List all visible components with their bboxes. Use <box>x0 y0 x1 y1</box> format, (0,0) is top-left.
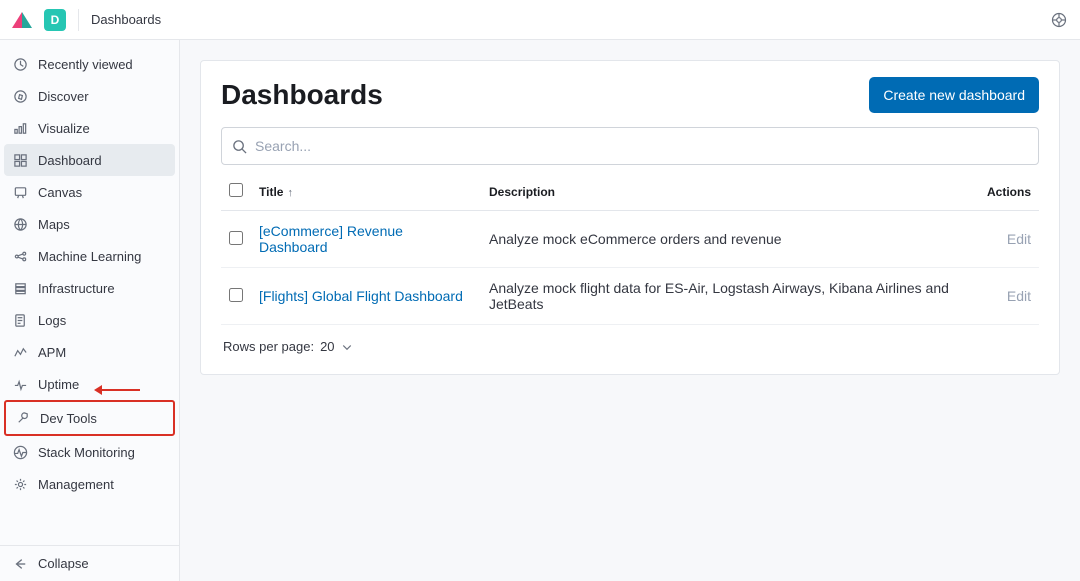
dashboards-table: Title ↑ Description Actions [eCommerce] R… <box>221 173 1039 325</box>
sidebar-item-label: Management <box>38 477 114 492</box>
logs-icon <box>12 312 28 328</box>
dashboard-title-link[interactable]: [eCommerce] Revenue Dashboard <box>259 223 403 255</box>
column-description: Description <box>489 185 555 199</box>
canvas-icon <box>12 184 28 200</box>
sidebar-item-label: Dev Tools <box>40 411 97 426</box>
sidebar-item-dashboard[interactable]: Dashboard <box>4 144 175 176</box>
divider <box>78 9 79 31</box>
sidebar-item-label: Canvas <box>38 185 82 200</box>
dashboard-title-link[interactable]: [Flights] Global Flight Dashboard <box>259 288 463 304</box>
help-icon[interactable] <box>1050 11 1068 29</box>
sort-asc-icon[interactable]: ↑ <box>287 187 293 199</box>
sidebar-item-label: Discover <box>38 89 89 104</box>
collapse-button[interactable]: Collapse <box>0 545 179 581</box>
search-icon <box>232 139 247 154</box>
sidebar-item-canvas[interactable]: Canvas <box>4 176 175 208</box>
app-badge[interactable]: D <box>44 9 66 31</box>
column-actions: Actions <box>987 185 1031 199</box>
uptime-icon <box>12 376 28 392</box>
sidebar-item-apm[interactable]: APM <box>4 336 175 368</box>
edit-link[interactable]: Edit <box>1007 231 1031 247</box>
content-area: Dashboards Create new dashboard Title ↑ D… <box>180 40 1080 581</box>
table-row: [eCommerce] Revenue Dashboard Analyze moc… <box>221 211 1039 268</box>
sidebar-item-label: Machine Learning <box>38 249 141 264</box>
search-input[interactable] <box>255 138 1028 154</box>
management-icon <box>12 476 28 492</box>
sidebar-item-uptime[interactable]: Uptime <box>4 368 175 400</box>
table-row: [Flights] Global Flight Dashboard Analyze… <box>221 268 1039 325</box>
kibana-logo-icon[interactable] <box>12 10 32 30</box>
sidebar-item-label: Stack Monitoring <box>38 445 135 460</box>
row-checkbox[interactable] <box>229 288 243 302</box>
sidebar-item-stack-monitoring[interactable]: Stack Monitoring <box>4 436 175 468</box>
dashboard-description: Analyze mock eCommerce orders and revenu… <box>489 231 782 247</box>
visualize-icon <box>12 120 28 136</box>
edit-link[interactable]: Edit <box>1007 288 1031 304</box>
sidebar: Recently viewed Discover Visualize Dashboar… <box>0 40 180 581</box>
sidebar-item-recently-viewed[interactable]: Recently viewed <box>4 48 175 80</box>
recently-viewed-icon <box>12 56 28 72</box>
sidebar-item-label: Uptime <box>38 377 79 392</box>
column-title[interactable]: Title <box>259 185 283 199</box>
sidebar-item-label: Visualize <box>38 121 90 136</box>
sidebar-item-ml[interactable]: Machine Learning <box>4 240 175 272</box>
sidebar-item-management[interactable]: Management <box>4 468 175 500</box>
dashboards-panel: Dashboards Create new dashboard Title ↑ D… <box>200 60 1060 375</box>
sidebar-item-infrastructure[interactable]: Infrastructure <box>4 272 175 304</box>
dashboard-description: Analyze mock flight data for ES-Air, Log… <box>489 280 949 312</box>
devtools-icon <box>14 410 30 426</box>
maps-icon <box>12 216 28 232</box>
apm-icon <box>12 344 28 360</box>
sidebar-item-label: Infrastructure <box>38 281 115 296</box>
sidebar-item-label: Maps <box>38 217 70 232</box>
sidebar-item-visualize[interactable]: Visualize <box>4 112 175 144</box>
sidebar-item-devtools[interactable]: Dev Tools <box>4 400 175 436</box>
ml-icon <box>12 248 28 264</box>
sidebar-item-logs[interactable]: Logs <box>4 304 175 336</box>
sidebar-item-label: Recently viewed <box>38 57 133 72</box>
sidebar-item-label: APM <box>38 345 66 360</box>
create-dashboard-button[interactable]: Create new dashboard <box>869 77 1039 113</box>
discover-icon <box>12 88 28 104</box>
arrow-left-icon <box>12 557 28 571</box>
stack-monitoring-icon <box>12 444 28 460</box>
top-bar: D Dashboards <box>0 0 1080 40</box>
sidebar-item-discover[interactable]: Discover <box>4 80 175 112</box>
collapse-label: Collapse <box>38 556 89 571</box>
select-all-checkbox[interactable] <box>229 183 243 197</box>
search-box[interactable] <box>221 127 1039 165</box>
rows-per-page[interactable]: Rows per page: 20 <box>221 325 1039 356</box>
dashboard-icon <box>12 152 28 168</box>
sidebar-item-label: Dashboard <box>38 153 102 168</box>
chevron-down-icon <box>341 341 353 353</box>
sidebar-item-maps[interactable]: Maps <box>4 208 175 240</box>
sidebar-item-label: Logs <box>38 313 66 328</box>
row-checkbox[interactable] <box>229 231 243 245</box>
page-title: Dashboards <box>221 79 383 111</box>
pager-value: 20 <box>320 339 334 354</box>
breadcrumb[interactable]: Dashboards <box>91 12 161 27</box>
pager-label: Rows per page: <box>223 339 314 354</box>
infrastructure-icon <box>12 280 28 296</box>
